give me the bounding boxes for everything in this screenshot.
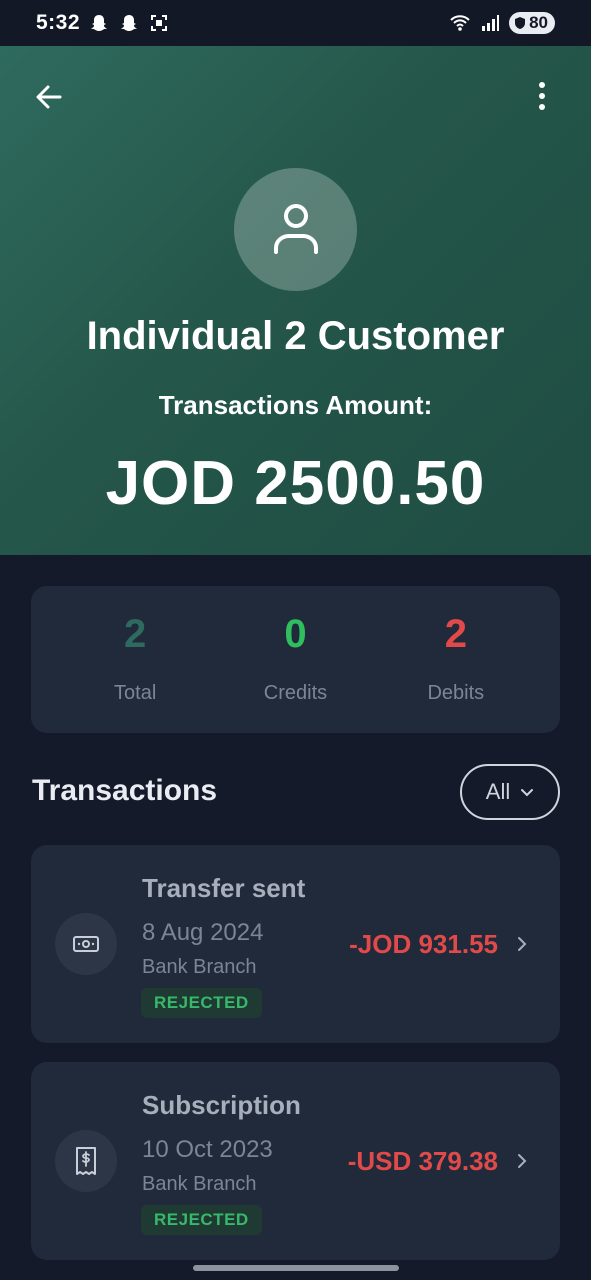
cash-icon bbox=[55, 913, 117, 975]
home-indicator[interactable] bbox=[193, 1265, 399, 1271]
stat-debits: 2 Debits bbox=[386, 614, 526, 705]
transaction-channel: Bank Branch bbox=[142, 956, 257, 978]
transaction-amount: -USD 379.38 bbox=[347, 1146, 498, 1176]
status-right: 80 bbox=[449, 12, 555, 34]
stat-debits-label: Debits bbox=[427, 682, 485, 704]
arrow-left-icon bbox=[36, 85, 62, 109]
screenshot-icon bbox=[148, 12, 170, 34]
more-options-button[interactable] bbox=[524, 76, 560, 116]
stat-total: 2 Total bbox=[65, 614, 205, 705]
stat-credits-label: Credits bbox=[263, 682, 328, 704]
status-time: 5:32 bbox=[36, 11, 81, 34]
transactions-amount-value: JOD 2500.50 bbox=[105, 449, 486, 518]
battery-level: 80 bbox=[529, 13, 548, 32]
stat-total-value: 2 bbox=[124, 612, 147, 656]
receipt-icon bbox=[55, 1130, 117, 1192]
stat-credits: 0 Credits bbox=[225, 614, 365, 705]
snapchat-icon bbox=[88, 12, 110, 34]
status-bar: 5:32 80 bbox=[0, 0, 591, 46]
stat-debits-value: 2 bbox=[444, 612, 467, 656]
wifi-icon bbox=[449, 12, 471, 34]
transactions-amount-label: Transactions Amount: bbox=[158, 390, 433, 420]
stat-total-label: Total bbox=[114, 682, 157, 704]
transaction-card[interactable]: Subscription 10 Oct 2023 Bank Branch REJ… bbox=[31, 1062, 560, 1260]
status-badge: REJECTED bbox=[141, 988, 262, 1018]
chevron-down-icon bbox=[521, 789, 534, 797]
transaction-date: 8 Aug 2024 bbox=[142, 919, 264, 946]
transaction-channel: Bank Branch bbox=[142, 1173, 257, 1195]
stats-card: 2 Total 0 Credits 2 Debits bbox=[31, 586, 560, 733]
status-badge: REJECTED bbox=[141, 1205, 262, 1235]
avatar bbox=[234, 168, 357, 291]
user-icon bbox=[273, 203, 318, 254]
transaction-card[interactable]: Transfer sent 8 Aug 2024 Bank Branch REJ… bbox=[31, 845, 560, 1043]
status-left: 5:32 bbox=[36, 11, 170, 35]
transactions-section-title: Transactions bbox=[32, 774, 218, 807]
customer-header: Individual 2 Customer Transactions Amoun… bbox=[0, 46, 591, 555]
customer-name: Individual 2 Customer bbox=[86, 314, 505, 358]
signal-icon bbox=[479, 12, 501, 34]
chevron-right-icon bbox=[514, 934, 530, 954]
more-vertical-icon bbox=[539, 82, 545, 110]
transaction-date: 10 Oct 2023 bbox=[142, 1136, 273, 1163]
battery-icon: 80 bbox=[509, 12, 555, 34]
back-button[interactable] bbox=[30, 78, 68, 116]
chevron-right-icon bbox=[514, 1151, 530, 1171]
stat-credits-value: 0 bbox=[284, 612, 307, 656]
transaction-title: Transfer sent bbox=[142, 873, 306, 903]
snapchat-icon bbox=[118, 12, 140, 34]
filter-label: All bbox=[485, 779, 511, 804]
transaction-amount: -JOD 931.55 bbox=[349, 929, 498, 959]
filter-dropdown[interactable]: All bbox=[460, 764, 560, 820]
transaction-title: Subscription bbox=[142, 1090, 301, 1120]
